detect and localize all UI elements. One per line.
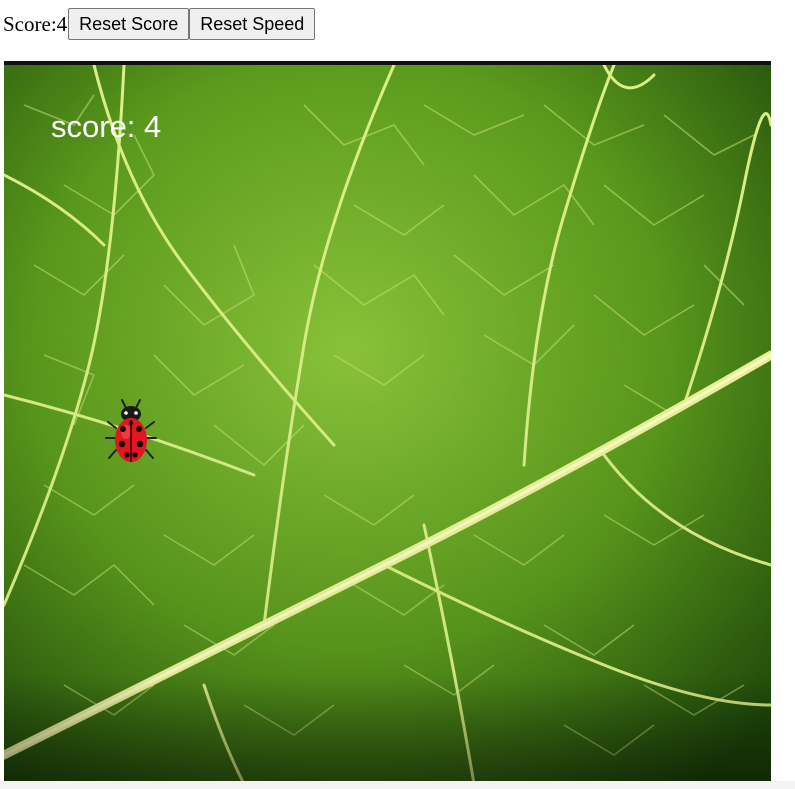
score-value: 4 bbox=[56, 11, 68, 36]
reset-score-button[interactable]: Reset Score bbox=[68, 8, 190, 40]
score-display: Score:4 bbox=[3, 12, 67, 37]
score-label: Score: bbox=[3, 11, 57, 36]
ladybug-icon[interactable] bbox=[102, 394, 160, 470]
canvas-score-text: score: 4 bbox=[51, 109, 162, 144]
page-bottom-strip bbox=[0, 781, 795, 789]
reset-speed-button[interactable]: Reset Speed bbox=[189, 8, 316, 40]
score-toolbar: Score:4 Reset Score Reset Speed bbox=[3, 8, 316, 40]
game-canvas[interactable]: score: 4 bbox=[4, 61, 771, 784]
